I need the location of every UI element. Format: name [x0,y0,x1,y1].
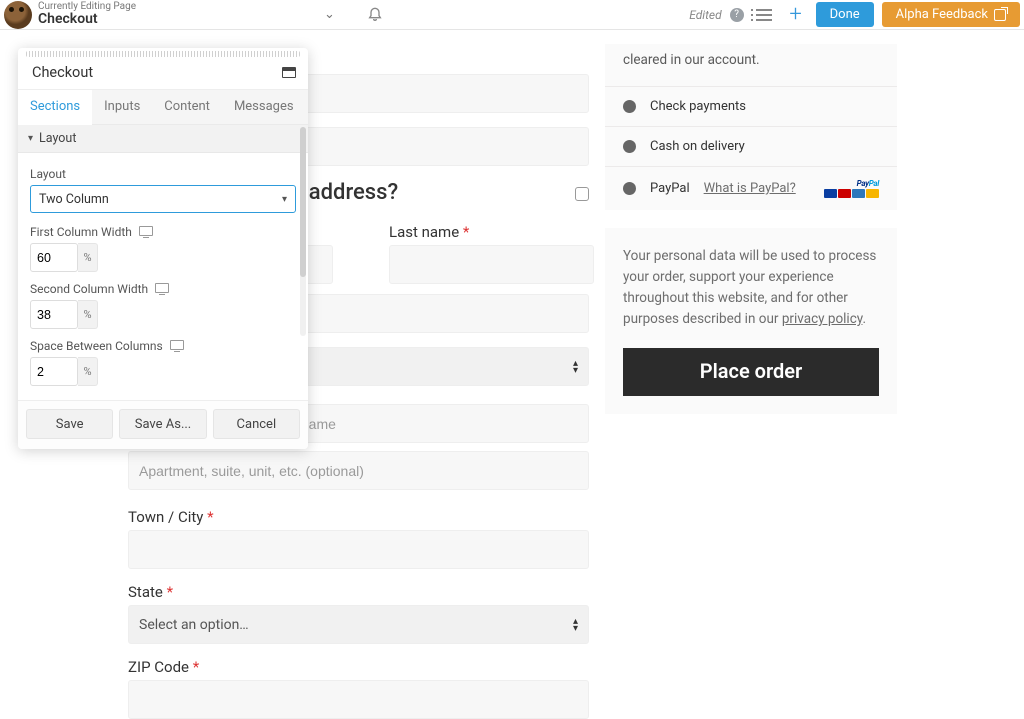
state-label: State * [128,583,589,601]
save-button[interactable]: Save [26,409,113,439]
street-address-2[interactable] [128,451,589,490]
place-order-button[interactable]: Place order [623,348,879,396]
tab-messages[interactable]: Messages [222,90,306,124]
privacy-policy-link[interactable]: privacy policy [782,311,863,327]
bank-transfer-note: cleared in our account. [605,44,897,86]
space-between-label: Space Between Columns [30,339,296,353]
payment-paypal[interactable]: PayPal What is PayPal? PayPal [605,166,897,210]
page-name: Checkout [38,12,136,27]
help-icon[interactable]: ? [730,8,744,22]
radio-icon [623,140,636,153]
external-link-icon [994,9,1006,21]
zip-label: ZIP Code * [128,658,589,676]
town-input[interactable] [128,530,589,569]
first-col-width-label: First Column Width [30,225,296,239]
paypal-card-icons: PayPal [824,179,879,198]
zip-input[interactable] [128,680,589,719]
tab-more-icon[interactable]: ••• [306,90,308,124]
responsive-icon[interactable] [139,226,153,236]
chevron-down-icon: ▾ [28,133,33,144]
ship-different-checkbox[interactable] [575,187,589,201]
what-is-paypal-link[interactable]: What is PayPal? [704,181,796,196]
town-label: Town / City * [128,508,589,526]
cancel-button[interactable]: Cancel [213,409,300,439]
maximize-icon[interactable] [282,67,296,78]
layout-select[interactable]: Two Column ▾ [30,185,296,213]
space-between-input[interactable] [30,357,78,386]
select-chevrons-icon: ▴▾ [573,360,578,374]
layout-label: Layout [30,167,296,181]
panel-title: Checkout [32,64,93,81]
first-col-width-input[interactable] [30,243,78,272]
last-name-input[interactable] [389,245,594,284]
unit-label: % [78,357,98,386]
unit-label: % [78,300,98,329]
state-select[interactable]: Select an option… ▴▾ [128,605,589,644]
second-col-width-input[interactable] [30,300,78,329]
responsive-icon[interactable] [155,283,169,293]
save-as-button[interactable]: Save As... [119,409,206,439]
tab-sections[interactable]: Sections [18,90,92,125]
topbar: Currently Editing Page Checkout ⌄ Edited… [0,0,1024,30]
alpha-feedback-button[interactable]: Alpha Feedback [882,2,1020,27]
tab-inputs[interactable]: Inputs [92,90,152,124]
page-meta[interactable]: Currently Editing Page Checkout [38,1,136,27]
panel-tabs: Sections Inputs Content Messages ••• [18,89,308,125]
outline-icon[interactable] [752,3,776,27]
app-logo [4,1,32,29]
page-dropdown-icon[interactable]: ⌄ [324,7,335,22]
last-name-label: Last name * [389,223,594,241]
radio-icon [623,182,636,195]
section-layout-toggle[interactable]: ▾ Layout [18,125,308,153]
payment-check[interactable]: Check payments [605,86,897,126]
payment-cod[interactable]: Cash on delivery [605,126,897,166]
notifications-icon[interactable] [367,5,383,25]
panel-scrollbar[interactable] [300,127,306,336]
second-col-width-label: Second Column Width [30,282,296,296]
privacy-notice: Your personal data will be used to proce… [605,228,897,414]
edited-indicator: Edited [689,8,721,22]
add-icon[interactable]: + [784,3,808,27]
radio-icon [623,100,636,113]
chevron-down-icon: ▾ [282,194,287,205]
responsive-icon[interactable] [170,340,184,350]
order-sidebar: cleared in our account. Check payments C… [605,44,897,719]
unit-label: % [78,243,98,272]
settings-panel: Checkout Sections Inputs Content Message… [18,48,308,449]
select-chevrons-icon: ▴▾ [573,618,578,632]
tab-content[interactable]: Content [152,90,222,124]
done-button[interactable]: Done [816,2,874,27]
